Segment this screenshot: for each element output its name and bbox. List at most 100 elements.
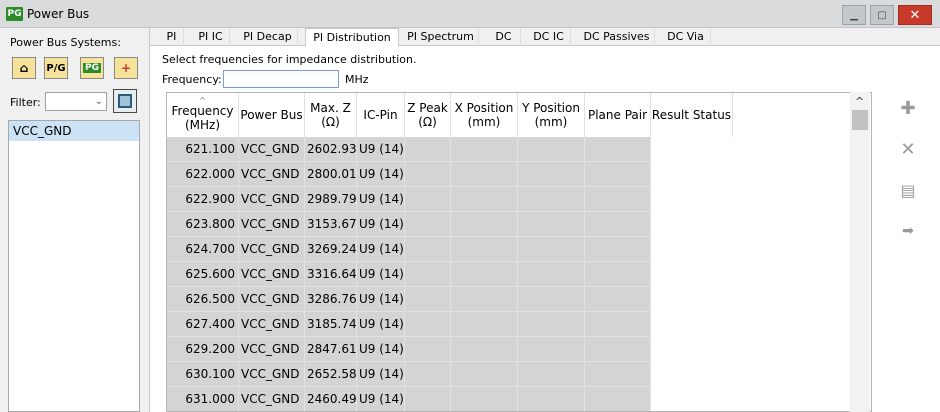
tab-dc-passives[interactable]: DC Passives [579, 28, 655, 46]
tab-pi-decap[interactable]: PI Decap [238, 28, 298, 46]
cell-z-peak[interactable] [405, 362, 451, 387]
table-row[interactable]: 627.400VCC_GND3185.743U9 (14) [167, 312, 733, 337]
cell-plane-pair[interactable] [585, 312, 651, 337]
cell-max-z[interactable]: 2460.495 [305, 387, 357, 411]
cell-plane-pair[interactable] [585, 337, 651, 362]
cell-y-position[interactable] [518, 237, 585, 262]
cell-frequency[interactable]: 625.600 [167, 262, 239, 287]
cell-max-z[interactable]: 2989.791 [305, 187, 357, 212]
cell-plane-pair[interactable] [585, 187, 651, 212]
table-row[interactable]: 622.000VCC_GND2800.014U9 (14) [167, 162, 733, 187]
cell-max-z[interactable]: 3153.670 [305, 212, 357, 237]
cell-ic-pin[interactable]: U9 (14) [357, 212, 405, 237]
cell-frequency[interactable]: 626.500 [167, 287, 239, 312]
cell-y-position[interactable] [518, 262, 585, 287]
tab-pi-spectrum[interactable]: PI Spectrum [403, 28, 479, 46]
column-header-x-position[interactable]: X Position (mm) [451, 93, 518, 137]
cell-y-position[interactable] [518, 137, 585, 162]
pg-plus-button[interactable]: + [114, 57, 138, 79]
maximize-button[interactable]: ▢ [870, 5, 894, 25]
cell-frequency[interactable]: 629.200 [167, 337, 239, 362]
cell-plane-pair[interactable] [585, 162, 651, 187]
cell-power-bus[interactable]: VCC_GND [239, 237, 305, 262]
cell-power-bus[interactable]: VCC_GND [239, 187, 305, 212]
cell-max-z[interactable]: 3269.248 [305, 237, 357, 262]
cell-plane-pair[interactable] [585, 362, 651, 387]
cell-ic-pin[interactable]: U9 (14) [357, 387, 405, 411]
cell-y-position[interactable] [518, 187, 585, 212]
cell-frequency[interactable]: 623.800 [167, 212, 239, 237]
cell-x-position[interactable] [451, 187, 518, 212]
table-row[interactable]: 621.100VCC_GND2602.939U9 (14) [167, 137, 733, 162]
cell-x-position[interactable] [451, 362, 518, 387]
scroll-up-icon[interactable]: ^ [855, 95, 864, 108]
cell-x-position[interactable] [451, 162, 518, 187]
filter-apply-button[interactable] [113, 89, 137, 113]
cell-ic-pin[interactable]: U9 (14) [357, 262, 405, 287]
table-row[interactable]: 622.900VCC_GND2989.791U9 (14) [167, 187, 733, 212]
cell-x-position[interactable] [451, 287, 518, 312]
scroll-thumb[interactable] [852, 110, 868, 130]
cell-z-peak[interactable] [405, 287, 451, 312]
home-button[interactable]: ⌂ [12, 57, 36, 79]
cell-ic-pin[interactable]: U9 (14) [357, 187, 405, 212]
cell-plane-pair[interactable] [585, 212, 651, 237]
cell-x-position[interactable] [451, 237, 518, 262]
column-header-z-peak[interactable]: Z Peak (Ω) [405, 93, 451, 137]
cell-x-position[interactable] [451, 262, 518, 287]
cell-z-peak[interactable] [405, 137, 451, 162]
cell-z-peak[interactable] [405, 387, 451, 411]
vertical-scrollbar[interactable]: ^ [850, 92, 870, 412]
column-header-power-bus[interactable]: Power Bus [239, 93, 305, 137]
tab-pi-distribution[interactable]: PI Distribution [305, 28, 399, 47]
add-button[interactable]: ✚ [898, 98, 918, 119]
cell-max-z[interactable]: 2800.014 [305, 162, 357, 187]
cell-y-position[interactable] [518, 287, 585, 312]
table-row[interactable]: 624.700VCC_GND3269.248U9 (14) [167, 237, 733, 262]
column-header-frequency[interactable]: ^ Frequency (MHz) [167, 93, 239, 137]
close-button[interactable]: ✕ [898, 5, 932, 25]
table-row[interactable]: 631.000VCC_GND2460.495U9 (14) [167, 387, 733, 411]
cell-plane-pair[interactable] [585, 237, 651, 262]
cell-frequency[interactable]: 631.000 [167, 387, 239, 411]
cell-frequency[interactable]: 621.100 [167, 137, 239, 162]
export-button[interactable]: ➡ [898, 221, 918, 241]
cell-ic-pin[interactable]: U9 (14) [357, 287, 405, 312]
cell-power-bus[interactable]: VCC_GND [239, 362, 305, 387]
cell-z-peak[interactable] [405, 162, 451, 187]
tab-pi[interactable]: PI [160, 28, 184, 46]
cell-power-bus[interactable]: VCC_GND [239, 312, 305, 337]
cell-power-bus[interactable]: VCC_GND [239, 387, 305, 411]
cell-ic-pin[interactable]: U9 (14) [357, 362, 405, 387]
cell-power-bus[interactable]: VCC_GND [239, 337, 305, 362]
cell-plane-pair[interactable] [585, 262, 651, 287]
cell-max-z[interactable]: 2652.580 [305, 362, 357, 387]
cell-y-position[interactable] [518, 387, 585, 411]
list-item[interactable]: VCC_GND [9, 121, 139, 141]
cell-frequency[interactable]: 622.900 [167, 187, 239, 212]
cell-z-peak[interactable] [405, 212, 451, 237]
cell-max-z[interactable]: 2602.939 [305, 137, 357, 162]
cell-power-bus[interactable]: VCC_GND [239, 162, 305, 187]
cell-max-z[interactable]: 2847.612 [305, 337, 357, 362]
cell-plane-pair[interactable] [585, 287, 651, 312]
cell-power-bus[interactable]: VCC_GND [239, 137, 305, 162]
cell-frequency[interactable]: 624.700 [167, 237, 239, 262]
cell-max-z[interactable]: 3185.743 [305, 312, 357, 337]
cell-ic-pin[interactable]: U9 (14) [357, 162, 405, 187]
cell-plane-pair[interactable] [585, 387, 651, 411]
cell-plane-pair[interactable] [585, 137, 651, 162]
minimize-button[interactable]: ▁ [842, 5, 866, 25]
cell-frequency[interactable]: 622.000 [167, 162, 239, 187]
cell-y-position[interactable] [518, 312, 585, 337]
column-header-plane-pair[interactable]: Plane Pair [585, 93, 651, 137]
table-row[interactable]: 625.600VCC_GND3316.648U9 (14) [167, 262, 733, 287]
cell-max-z[interactable]: 3316.648 [305, 262, 357, 287]
cell-power-bus[interactable]: VCC_GND [239, 262, 305, 287]
cell-x-position[interactable] [451, 387, 518, 411]
cell-x-position[interactable] [451, 312, 518, 337]
table-row[interactable]: 630.100VCC_GND2652.580U9 (14) [167, 362, 733, 387]
cell-y-position[interactable] [518, 162, 585, 187]
cell-ic-pin[interactable]: U9 (14) [357, 337, 405, 362]
cell-z-peak[interactable] [405, 237, 451, 262]
